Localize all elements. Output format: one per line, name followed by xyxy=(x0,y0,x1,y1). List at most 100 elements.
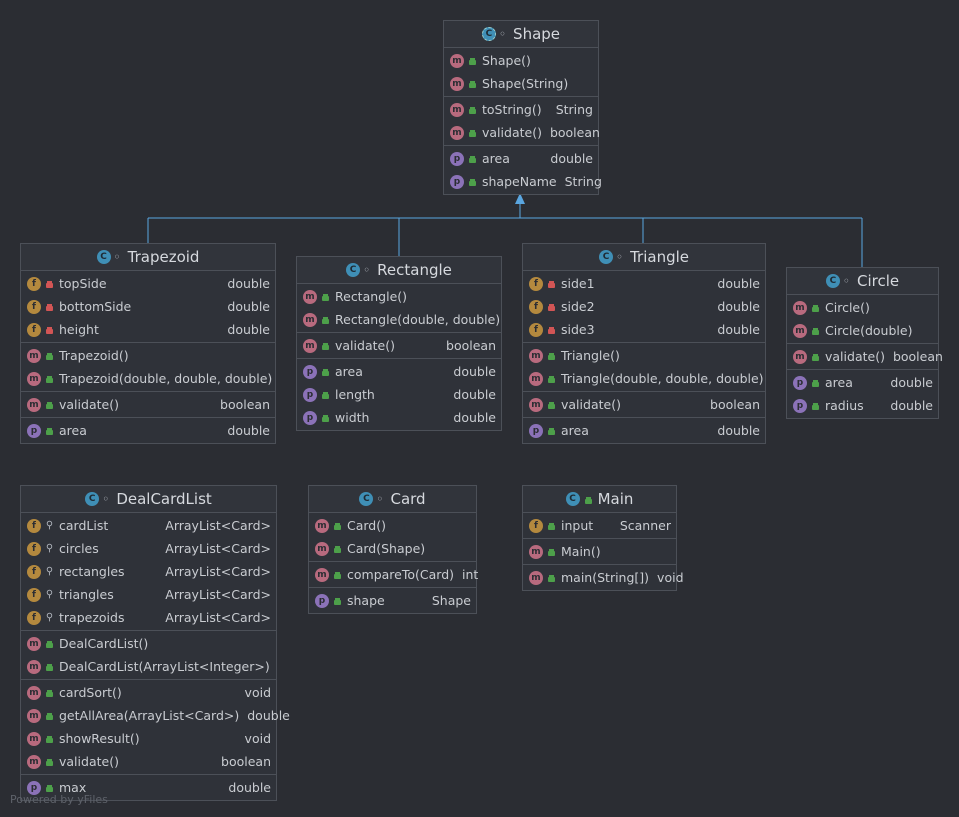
member-name: length xyxy=(335,387,375,402)
member-type: double xyxy=(453,364,496,379)
public-icon xyxy=(44,710,55,721)
member-row[interactable]: m Shape(String) xyxy=(444,72,598,95)
member-row[interactable]: f ⚲ rectangles ArrayList<Card> xyxy=(21,560,276,583)
class-icon: C xyxy=(96,250,111,264)
properties-section: p area double xyxy=(523,417,765,443)
property-icon: p xyxy=(793,398,807,413)
class-card[interactable]: C ◦ Card m Card() m Card(Shape) m compareTo… xyxy=(308,485,478,614)
member-name: validate() xyxy=(59,397,119,412)
member-row[interactable]: f ⚲ trapezoids ArrayList<Card> xyxy=(21,606,276,629)
property-icon: p xyxy=(303,410,317,425)
property-icon: p xyxy=(450,174,464,189)
yfiles-watermark: Powered by yFiles xyxy=(10,793,108,806)
member-row[interactable]: p radius double xyxy=(787,394,938,417)
member-row[interactable]: p area double xyxy=(297,360,501,383)
public-icon xyxy=(332,520,343,531)
member-row[interactable]: m showResult() void xyxy=(21,727,276,750)
member-row[interactable]: p length double xyxy=(297,383,501,406)
public-icon xyxy=(44,661,55,672)
public-icon xyxy=(467,78,478,89)
field-icon: f xyxy=(27,518,41,533)
class-title: Rectangle xyxy=(377,261,452,279)
public-icon xyxy=(332,543,343,554)
class-trapezoid[interactable]: C ◦ Trapezoid f topSide double f bottomSide… xyxy=(20,243,276,444)
member-row[interactable]: m Shape() xyxy=(444,49,598,72)
member-row[interactable]: m main(String[]) void xyxy=(523,566,684,589)
member-row[interactable]: m cardSort() void xyxy=(21,681,276,704)
property-icon: p xyxy=(450,151,464,166)
member-row[interactable]: p area double xyxy=(21,419,275,442)
member-row[interactable]: f side1 double xyxy=(523,272,765,295)
class-triangle[interactable]: C ◦ Triangle f side1 double f side2 double f… xyxy=(522,243,766,444)
property-icon: p xyxy=(27,423,41,438)
method-icon: m xyxy=(450,102,464,117)
member-row[interactable]: f input Scanner xyxy=(523,514,676,537)
member-name: Main() xyxy=(561,544,601,559)
class-rectangle[interactable]: C ◦ Rectangle m Rectangle() m Rectangle(do… xyxy=(296,256,502,431)
member-row[interactable]: p width double xyxy=(297,406,501,429)
member-row[interactable]: f ⚲ triangles ArrayList<Card> xyxy=(21,583,276,606)
abstract-class-icon: C xyxy=(481,27,496,41)
member-row[interactable]: f side3 double xyxy=(523,318,765,341)
package-visibility-icon: ◦ xyxy=(363,263,371,277)
member-type: double xyxy=(227,276,270,291)
member-row[interactable]: p area double xyxy=(787,371,938,394)
abstract-method-icon: m xyxy=(450,125,464,140)
class-circle[interactable]: C ◦ Circle m Circle() m Circle(double) m va… xyxy=(786,267,943,419)
public-icon xyxy=(44,733,55,744)
public-icon xyxy=(546,373,557,384)
member-row[interactable]: m Circle(double) xyxy=(787,319,938,342)
member-row[interactable]: p area double xyxy=(523,419,765,442)
member-row[interactable]: m Trapezoid() xyxy=(21,344,275,367)
member-row[interactable]: p shape Shape xyxy=(309,589,476,612)
member-row[interactable]: m Circle() xyxy=(787,296,938,319)
package-visibility-icon: ◦ xyxy=(842,274,850,288)
member-row[interactable]: p shapeName String xyxy=(444,170,602,193)
public-icon xyxy=(320,366,331,377)
member-row[interactable]: f ⚲ cardList ArrayList<Card> xyxy=(21,514,276,537)
member-row[interactable]: f height double xyxy=(21,318,275,341)
member-row[interactable]: m validate() boolean xyxy=(444,121,600,144)
class-shape[interactable]: C ◦ Shape m Shape() m Shape(String) m toStr… xyxy=(443,20,602,195)
member-row[interactable]: m Main() xyxy=(523,540,676,563)
public-icon xyxy=(546,572,557,583)
member-row[interactable]: m Rectangle(double, double) xyxy=(297,308,501,331)
member-row[interactable]: m Card() xyxy=(309,514,476,537)
member-row[interactable]: m Trapezoid(double, double, double) xyxy=(21,367,275,390)
class-header: C ◦ Triangle xyxy=(523,244,765,271)
member-name: circles xyxy=(59,541,99,556)
public-icon xyxy=(44,399,55,410)
member-name: Circle() xyxy=(825,300,870,315)
member-row[interactable]: m Card(Shape) xyxy=(309,537,476,560)
member-row[interactable]: m validate() boolean xyxy=(297,334,501,357)
fields-section: f side1 double f side2 double f side3 double xyxy=(523,271,765,342)
member-row[interactable]: m validate() boolean xyxy=(21,750,276,773)
member-row[interactable]: m toString() String xyxy=(444,98,598,121)
member-row[interactable]: m validate() boolean xyxy=(523,393,765,416)
public-icon xyxy=(320,314,331,325)
member-row[interactable]: m DealCardList() xyxy=(21,632,276,655)
member-row[interactable]: m compareTo(Card) int xyxy=(309,563,478,586)
member-row[interactable]: m Rectangle() xyxy=(297,285,501,308)
member-row[interactable]: f side2 double xyxy=(523,295,765,318)
member-row[interactable]: m validate() boolean xyxy=(21,393,275,416)
member-row[interactable]: f ⚲ circles ArrayList<Card> xyxy=(21,537,276,560)
member-row[interactable]: f topSide double xyxy=(21,272,275,295)
member-row[interactable]: m Triangle() xyxy=(523,344,765,367)
member-name: radius xyxy=(825,398,864,413)
member-row[interactable]: m getAllArea(ArrayList<Card>) double xyxy=(21,704,290,727)
member-row[interactable]: m Triangle(double, double, double) xyxy=(523,367,765,390)
member-row[interactable]: p area double xyxy=(444,147,598,170)
member-row[interactable]: m validate() boolean xyxy=(787,345,943,368)
member-row[interactable]: f bottomSide double xyxy=(21,295,275,318)
methods-section: m validate() boolean xyxy=(787,343,943,369)
member-type: void xyxy=(244,731,271,746)
class-icon: C xyxy=(346,263,361,277)
public-icon xyxy=(44,350,55,361)
member-name: toString() xyxy=(482,102,542,117)
member-row[interactable]: m DealCardList(ArrayList<Integer>) xyxy=(21,655,276,678)
class-dealcardlist[interactable]: C ◦ DealCardList f ⚲ cardList ArrayList<Car… xyxy=(20,485,290,801)
field-icon: f xyxy=(27,541,41,556)
member-name: Trapezoid() xyxy=(59,348,129,363)
class-main[interactable]: C Main f input Scanner m Main() m main(Strin… xyxy=(522,485,684,591)
